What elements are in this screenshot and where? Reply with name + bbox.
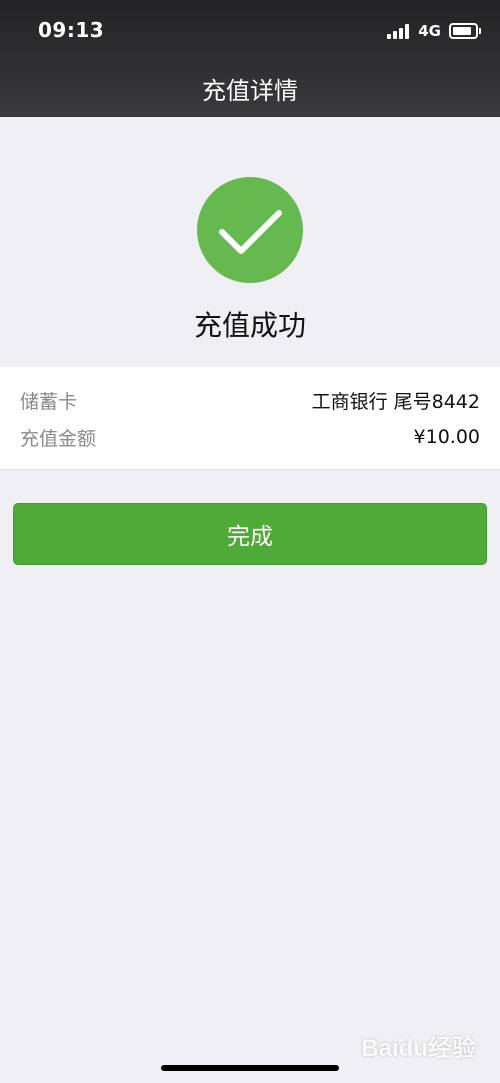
network-type-label: 4G [418,22,441,40]
checkmark-icon [197,177,303,283]
done-button[interactable]: 完成 [13,503,487,565]
page-title: 充值详情 [202,77,298,105]
status-time: 09:13 [38,18,105,42]
result-title: 充值成功 [193,309,306,342]
home-indicator [161,1065,339,1071]
battery-icon [449,23,481,39]
status-indicators: 4G [387,20,481,42]
detail-value-amount: ¥10.00 [413,426,480,448]
signal-bars-icon [387,23,411,39]
detail-label-card: 储蓄卡 [20,390,78,413]
detail-card: 储蓄卡 工商银行 尾号8442 充值金额 ¥10.00 [0,367,500,470]
detail-value-card: 工商银行 尾号8442 [311,390,480,413]
navigation-bar: 09:13 4G 充值详情 [0,0,500,117]
detail-row-amount: 充值金额 ¥10.00 [20,422,480,452]
watermark-logo: Baidu经验 [361,1035,476,1062]
detail-row-card: 储蓄卡 工商银行 尾号8442 [20,385,480,415]
detail-label-amount: 充值金额 [20,427,97,450]
